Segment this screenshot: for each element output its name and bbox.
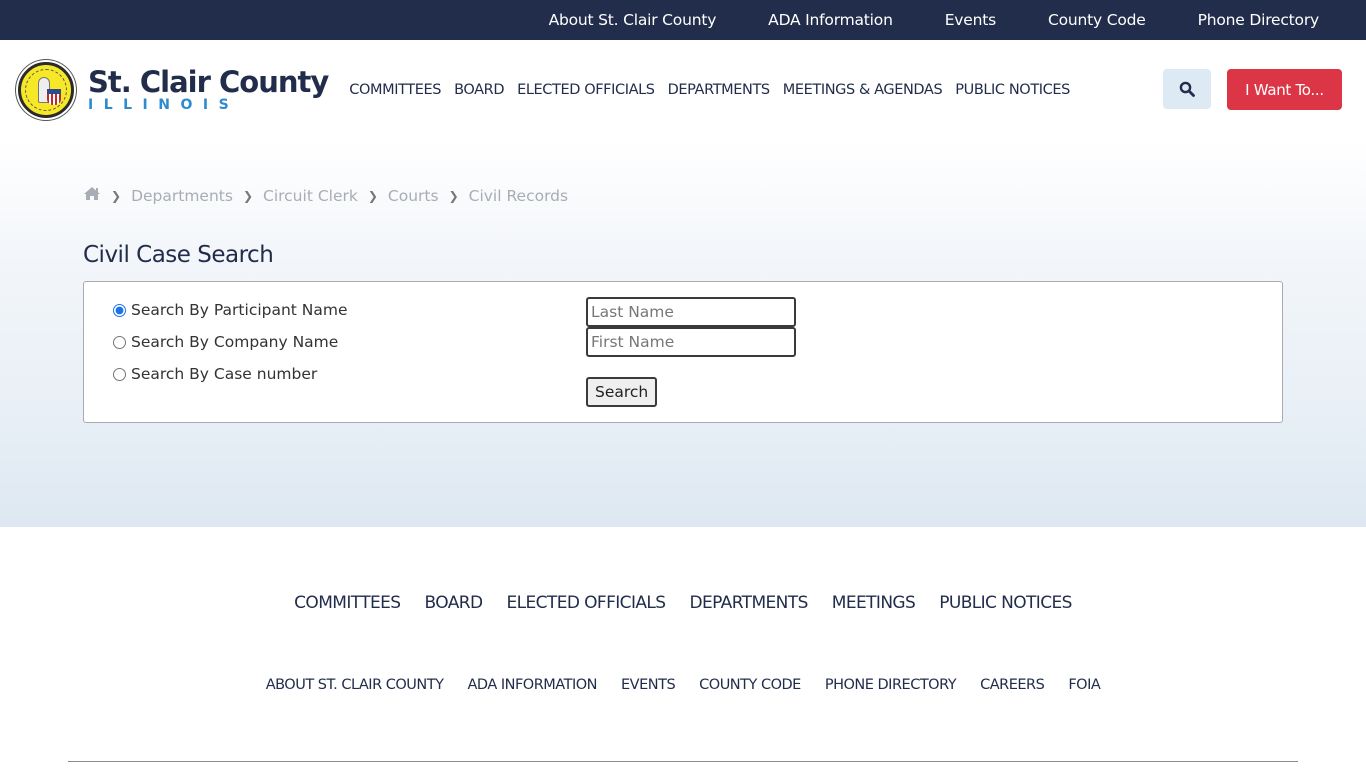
logo-subtitle: ILLINOIS — [88, 97, 240, 113]
nav-elected-officials[interactable]: ELECTED OFFICIALS — [517, 82, 655, 98]
footer-link-careers[interactable]: CAREERS — [980, 677, 1045, 693]
site-logo[interactable]: St. Clair County ILLINOIS — [18, 62, 329, 118]
footer-link-phone-directory[interactable]: PHONE DIRECTORY — [825, 677, 957, 693]
county-seal-icon — [18, 62, 74, 118]
breadcrumb-home[interactable] — [83, 186, 101, 205]
breadcrumb-courts[interactable]: Courts — [388, 187, 439, 205]
footer-link-events[interactable]: EVENTS — [621, 677, 676, 693]
site-footer: COMMITTEES BOARD ELECTED OFFICIALS DEPAR… — [0, 527, 1366, 768]
footer-link-elected-officials[interactable]: ELECTED OFFICIALS — [506, 593, 666, 613]
option-label: Search By Participant Name — [131, 301, 348, 319]
civil-search-form: Search By Participant Name Search By Com… — [83, 281, 1283, 423]
breadcrumb-current: Civil Records — [468, 186, 569, 205]
site-header: St. Clair County ILLINOIS COMMITTEES BOA… — [0, 40, 1366, 140]
option-case-number[interactable]: Search By Case number — [113, 365, 317, 383]
utility-link-phone-directory[interactable]: Phone Directory — [1198, 11, 1320, 29]
footer-link-meetings[interactable]: MEETINGS — [832, 593, 916, 613]
option-company-name[interactable]: Search By Company Name — [113, 333, 338, 351]
footer-link-ada[interactable]: ADA INFORMATION — [467, 677, 597, 693]
home-icon — [84, 187, 100, 200]
footer-divider — [68, 761, 1298, 762]
last-name-input[interactable] — [586, 297, 796, 327]
option-participant-name[interactable]: Search By Participant Name — [113, 301, 348, 319]
nav-committees[interactable]: COMMITTEES — [349, 82, 441, 98]
chevron-right-icon: ❯ — [367, 188, 378, 203]
footer-link-board[interactable]: BOARD — [425, 593, 484, 613]
nav-board[interactable]: BOARD — [454, 82, 504, 98]
nav-departments[interactable]: DEPARTMENTS — [668, 82, 771, 98]
main-nav: COMMITTEES BOARD ELECTED OFFICIALS DEPAR… — [349, 82, 1083, 98]
radio-participant-name[interactable] — [113, 303, 126, 317]
chevron-right-icon: ❯ — [448, 188, 459, 203]
search-button[interactable] — [1163, 69, 1211, 109]
chevron-right-icon: ❯ — [242, 188, 253, 203]
footer-link-committees[interactable]: COMMITTEES — [294, 593, 401, 613]
i-want-to-button[interactable]: I Want To... — [1227, 69, 1342, 110]
breadcrumb-departments[interactable]: Departments — [131, 187, 233, 205]
search-submit-button[interactable]: Search — [586, 377, 658, 407]
utility-link-about[interactable]: About St. Clair County — [549, 11, 717, 29]
footer-link-about[interactable]: ABOUT ST. CLAIR COUNTY — [266, 677, 444, 693]
utility-link-county-code[interactable]: County Code — [1048, 11, 1146, 29]
utility-bar: About St. Clair County ADA Information E… — [0, 0, 1366, 40]
footer-primary-nav: COMMITTEES BOARD ELECTED OFFICIALS DEPAR… — [0, 593, 1366, 613]
first-name-input[interactable] — [586, 327, 796, 357]
footer-link-departments[interactable]: DEPARTMENTS — [689, 593, 808, 613]
logo-title: St. Clair County — [88, 65, 329, 99]
search-icon — [1179, 81, 1195, 97]
footer-secondary-nav: ABOUT ST. CLAIR COUNTY ADA INFORMATION E… — [0, 677, 1366, 693]
logo-text: St. Clair County ILLINOIS — [88, 65, 329, 113]
utility-link-ada[interactable]: ADA Information — [768, 11, 893, 29]
nav-public-notices[interactable]: PUBLIC NOTICES — [955, 82, 1070, 98]
chevron-right-icon: ❯ — [111, 188, 122, 203]
utility-link-events[interactable]: Events — [945, 11, 996, 29]
radio-case-number[interactable] — [113, 367, 126, 381]
page-title: Civil Case Search — [83, 242, 274, 268]
nav-meetings-agendas[interactable]: MEETINGS & AGENDAS — [783, 82, 943, 98]
radio-company-name[interactable] — [113, 335, 126, 349]
footer-link-foia[interactable]: FOIA — [1068, 677, 1100, 693]
seal-shield — [47, 89, 61, 105]
breadcrumb: ❯ Departments ❯ Circuit Clerk ❯ Courts ❯… — [83, 186, 568, 205]
option-label: Search By Company Name — [131, 333, 339, 351]
main-content: ❯ Departments ❯ Circuit Clerk ❯ Courts ❯… — [0, 140, 1366, 527]
breadcrumb-circuit-clerk[interactable]: Circuit Clerk — [263, 187, 358, 205]
option-label: Search By Case number — [131, 365, 318, 383]
footer-link-county-code[interactable]: COUNTY CODE — [699, 677, 801, 693]
footer-link-public-notices[interactable]: PUBLIC NOTICES — [939, 593, 1072, 613]
